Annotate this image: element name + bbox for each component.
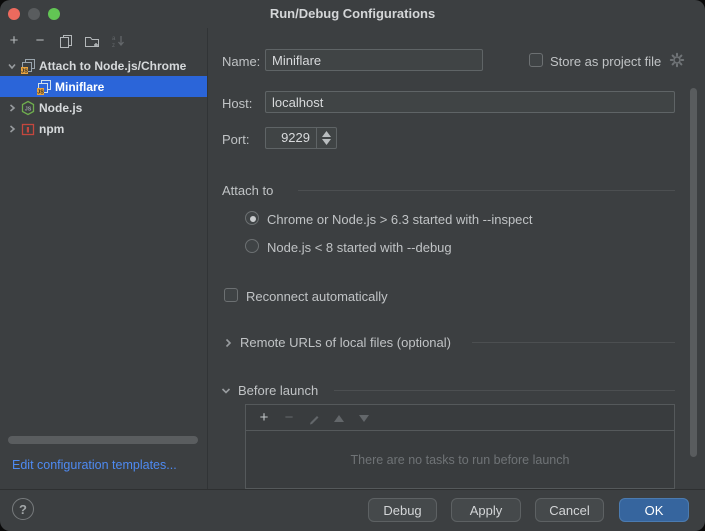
port-spinner-buttons[interactable] <box>316 128 336 148</box>
add-task-icon[interactable]: + <box>256 410 272 426</box>
host-input[interactable] <box>265 91 675 113</box>
vertical-scrollbar[interactable] <box>690 88 697 457</box>
remote-urls-header[interactable]: Remote URLs of local files (optional) <box>240 335 451 350</box>
before-launch-header[interactable]: Before launch <box>238 383 318 398</box>
cancel-button[interactable]: Cancel <box>535 498 604 522</box>
apply-button[interactable]: Apply <box>451 498 521 522</box>
attach-debug-label: Node.js < 8 started with --debug <box>267 240 452 255</box>
ok-button[interactable]: OK <box>619 498 689 522</box>
sidebar-item-label: Miniflare <box>55 80 104 94</box>
sidebar-item-attach-group[interactable]: JS Attach to Node.js/Chrome <box>0 55 207 76</box>
reconnect-automatically-label: Reconnect automatically <box>246 289 388 304</box>
configurations-sidebar: + − az JS Attach to Node.js/Chrome JS <box>0 28 208 489</box>
chevron-down-icon[interactable] <box>220 385 232 397</box>
port-value[interactable]: 9229 <box>266 128 316 148</box>
attach-nodejs-chrome-icon: JS <box>36 79 52 95</box>
svg-text:a: a <box>112 36 116 42</box>
attach-inspect-label: Chrome or Node.js > 6.3 started with --i… <box>267 212 533 227</box>
dialog-title: Run/Debug Configurations <box>0 6 705 21</box>
move-down-icon <box>356 410 372 426</box>
attach-to-header: Attach to <box>222 183 273 198</box>
svg-text:JS: JS <box>37 89 44 94</box>
nodejs-icon: JS <box>20 100 36 116</box>
chevron-right-icon[interactable] <box>222 337 234 349</box>
copy-configuration-icon[interactable] <box>58 33 74 49</box>
sidebar-toolbar: + − az <box>0 28 207 55</box>
before-launch-tasks-panel: + − There are no tasks to run before lau… <box>245 404 675 489</box>
gear-icon[interactable] <box>669 52 685 71</box>
edit-configuration-templates-link[interactable]: Edit configuration templates... <box>12 458 177 472</box>
tasks-toolbar: + − <box>246 405 674 431</box>
section-divider <box>298 190 675 191</box>
attach-debug-radio[interactable] <box>245 239 259 253</box>
attach-inspect-radio[interactable] <box>245 211 259 225</box>
titlebar: Run/Debug Configurations <box>0 0 705 28</box>
sort-configurations-icon: az <box>110 33 126 49</box>
chevron-right-icon[interactable] <box>6 102 20 114</box>
reconnect-automatically-checkbox[interactable] <box>224 288 238 302</box>
store-as-project-file-label: Store as project file <box>550 54 661 69</box>
move-up-icon <box>331 410 347 426</box>
new-folder-icon[interactable] <box>84 33 100 49</box>
help-icon[interactable]: ? <box>12 498 34 520</box>
name-label: Name: <box>222 54 260 69</box>
port-stepper[interactable]: 9229 <box>265 127 337 149</box>
section-divider <box>472 342 675 343</box>
npm-icon <box>20 121 36 137</box>
no-tasks-message: There are no tasks to run before launch <box>246 453 674 467</box>
chevron-right-icon[interactable] <box>6 123 20 135</box>
chevron-down-icon[interactable] <box>6 60 20 72</box>
name-input[interactable] <box>265 49 483 71</box>
attach-nodejs-chrome-icon: JS <box>20 58 36 74</box>
remove-configuration-icon[interactable]: − <box>32 33 48 49</box>
add-configuration-icon[interactable]: + <box>6 33 22 49</box>
store-as-project-file-checkbox[interactable] <box>529 53 543 67</box>
run-debug-configurations-dialog: Run/Debug Configurations + − az JS Attac… <box>0 0 705 531</box>
spinner-up-icon <box>322 131 331 137</box>
section-divider <box>334 390 675 391</box>
svg-text:JS: JS <box>21 68 28 73</box>
sidebar-item-label: Attach to Node.js/Chrome <box>39 59 186 73</box>
edit-task-pencil-icon <box>306 410 322 426</box>
remove-task-icon: − <box>281 410 297 426</box>
sidebar-item-label: Node.js <box>39 101 82 115</box>
host-label: Host: <box>222 96 252 111</box>
svg-text:JS: JS <box>25 106 32 112</box>
port-label: Port: <box>222 132 249 147</box>
svg-text:z: z <box>112 43 115 49</box>
sidebar-item-label: npm <box>39 122 64 136</box>
sidebar-item-nodejs[interactable]: JS Node.js <box>0 97 207 118</box>
sidebar-item-npm[interactable]: npm <box>0 118 207 139</box>
spinner-down-icon <box>322 139 331 145</box>
horizontal-scrollbar[interactable] <box>8 436 198 444</box>
debug-button[interactable]: Debug <box>368 498 437 522</box>
sidebar-item-miniflare[interactable]: JS Miniflare <box>0 76 207 97</box>
dialog-footer: ? Debug Apply Cancel OK <box>0 489 705 531</box>
